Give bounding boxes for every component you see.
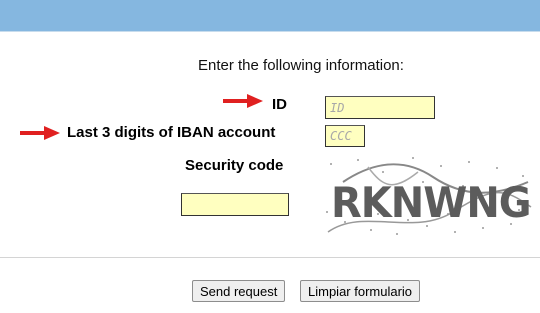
security-code-input[interactable] [181, 193, 289, 216]
form-divider [0, 257, 540, 258]
id-input[interactable] [325, 96, 435, 119]
send-request-button[interactable]: Send request [192, 280, 286, 302]
banner-divider [0, 31, 540, 32]
red-arrow-icon [20, 126, 60, 140]
captcha-text: RKNWNG [331, 178, 531, 227]
form-instructions: Enter the following information: [198, 57, 404, 74]
red-arrow-icon [223, 94, 263, 108]
clear-form-button[interactable]: Limpiar formulario [300, 280, 421, 302]
iban-label: Last 3 digits of IBAN account [67, 124, 276, 141]
iban-input[interactable] [325, 125, 365, 147]
id-label: ID [272, 96, 287, 113]
captcha-image: RKNWNG [326, 157, 532, 235]
top-banner [0, 0, 540, 31]
security-code-label: Security code [185, 157, 284, 174]
